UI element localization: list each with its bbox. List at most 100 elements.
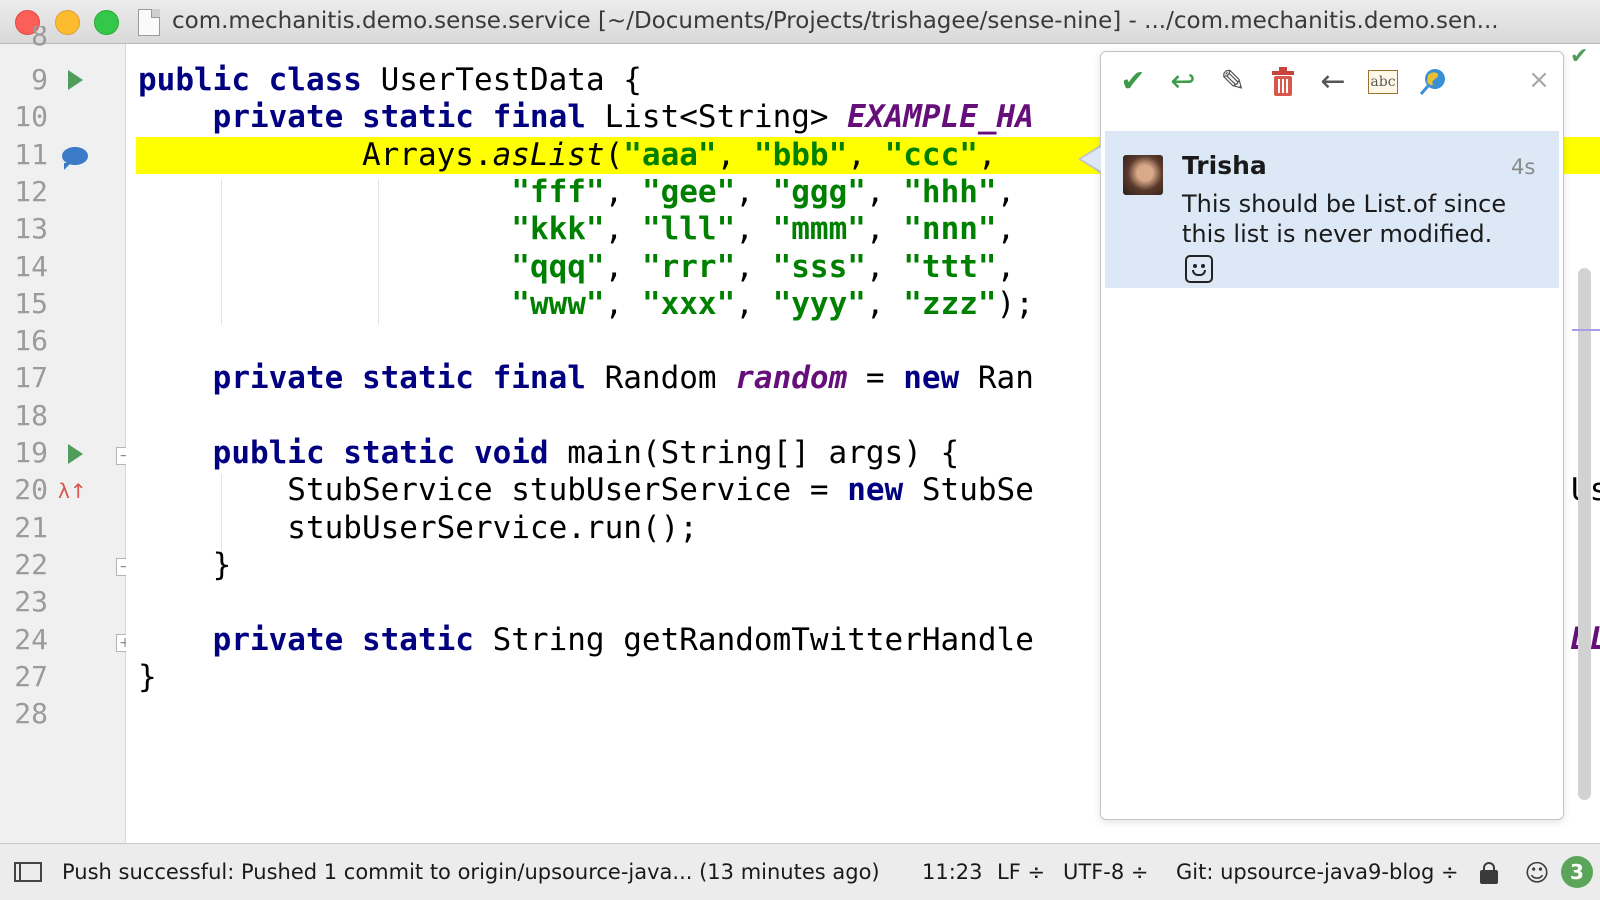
code-line[interactable]: private static final List<String> EXAMPL… (138, 99, 1034, 136)
code-token: Random (604, 360, 736, 397)
abc-icon-label: abc (1368, 70, 1398, 94)
code-line[interactable]: StubService stubUserService = new StubSe (138, 472, 1034, 509)
abc-icon[interactable]: abc (1365, 64, 1401, 100)
tool-windows-icon[interactable] (14, 862, 42, 882)
code-token: "ggg" (772, 173, 866, 210)
code-token: "hhh" (903, 173, 997, 210)
vertical-scrollbar[interactable] (1578, 268, 1591, 800)
code-token: "qqq" (511, 248, 605, 285)
line-separator-select[interactable]: LF ÷ (997, 858, 1045, 886)
code-line[interactable]: "qqq", "rrr", "sss", "ttt", (138, 249, 1015, 286)
code-token: , (604, 211, 642, 248)
scroll-marker[interactable] (1572, 329, 1600, 331)
editor-gutter[interactable]: 8 9 10 11 12 13 14 15 16 17 18 19 20 21 22 23 24 27 28 λ↑… (0, 26, 134, 843)
code-token: "bbb" (753, 136, 848, 173)
comment-author: Trisha (1182, 151, 1267, 180)
line-number: 9 (31, 63, 48, 96)
zoom-window-button[interactable] (94, 10, 119, 35)
lock-icon[interactable] (1478, 862, 1500, 884)
code-token: , (865, 211, 904, 248)
review-comment-icon[interactable] (62, 147, 88, 170)
code-token: Arrays. (138, 136, 493, 173)
code-token: , (604, 173, 642, 210)
comment-text: This should be List.of since this list i… (1182, 190, 1507, 248)
code-token: private static final (138, 360, 605, 397)
code-token: main(String[] args) { (567, 435, 960, 471)
code-line[interactable]: "www", "xxx", "yyy", "zzz"); (138, 286, 1034, 323)
run-main-icon[interactable] (68, 444, 83, 464)
check-icon[interactable]: ✔ (1115, 64, 1151, 100)
code-line[interactable]: stubUserService.run(); (138, 510, 698, 547)
inspector-icon[interactable]: ☺ (1524, 860, 1550, 886)
code-token: , (735, 248, 773, 285)
status-bar: Push successful: Pushed 1 commit to orig… (0, 843, 1600, 900)
code-token: , (996, 211, 1016, 248)
close-icon[interactable]: × (1525, 66, 1553, 94)
code-token: "ttt" (903, 248, 997, 285)
git-branch-select[interactable]: Git: upsource-java9-blog ÷ (1176, 858, 1459, 886)
code-token: stubUserService.run(); (138, 509, 698, 546)
run-class-icon[interactable] (68, 70, 83, 90)
line-number: 19 (14, 436, 48, 469)
encoding-select[interactable]: UTF-8 ÷ (1063, 858, 1149, 886)
notifications-badge[interactable]: 3 (1561, 856, 1593, 888)
add-reaction-icon[interactable] (1185, 255, 1213, 283)
code-token: new (903, 360, 978, 397)
code-token: , (865, 248, 904, 285)
code-token: StubSe (921, 472, 1034, 509)
code-token: "sss" (772, 248, 866, 285)
code-line[interactable]: private static final Random random = new… (138, 360, 1034, 397)
code-token: Ran (977, 360, 1034, 397)
code-token: "rrr" (641, 248, 736, 285)
lambda-implements-icon[interactable]: λ↑ (58, 478, 92, 504)
code-line[interactable]: Arrays.asList("aaa", "bbb", "ccc", (138, 137, 1015, 174)
code-token: , (604, 285, 642, 322)
code-token: "kkk" (511, 211, 605, 248)
review-popup: ✔ ↩ ✎ ← abc × Trisha 4s This should be L… (1100, 51, 1564, 820)
line-number: 20 (14, 473, 48, 507)
code-token: "zzz" (903, 285, 997, 322)
code-token: random (735, 360, 848, 397)
line-number: 27 (14, 659, 48, 693)
code-token: , (977, 136, 1016, 173)
code-token: , (716, 136, 754, 173)
code-token: EXAMPLE_HA (847, 99, 1034, 136)
code-token: String getRandomTwitterHandle (492, 621, 1034, 658)
code-line[interactable]: public static void main(String[] args) { (138, 435, 960, 472)
review-comment[interactable]: Trisha 4s This should be List.of since t… (1105, 131, 1559, 288)
code-line[interactable]: } (138, 547, 232, 584)
code-token: public class (138, 62, 381, 98)
document-icon (138, 9, 160, 36)
code-token: "ccc" (884, 136, 978, 173)
code-line[interactable]: "kkk", "lll", "mmm", "nnn", (138, 211, 1015, 248)
pencil-icon[interactable]: ✎ (1215, 64, 1251, 100)
inspection-ok-icon[interactable]: ✔ (1570, 44, 1588, 69)
code-token: "gee" (641, 173, 736, 210)
code-token: , (735, 211, 773, 248)
code-line[interactable]: "fff", "gee", "ggg", "hhh", (138, 174, 1015, 211)
arrow-left-icon[interactable]: ← (1315, 64, 1351, 100)
code-line[interactable]: } (138, 659, 157, 696)
code-token: asList (492, 136, 605, 173)
code-token: , (735, 173, 773, 210)
code-token: , (847, 136, 885, 173)
avatar (1123, 155, 1163, 195)
code-token: "www" (511, 285, 605, 322)
code-token: ( (604, 136, 624, 173)
trash-icon[interactable] (1265, 64, 1301, 100)
code-token: "fff" (511, 173, 605, 210)
globe-icon[interactable] (1415, 64, 1451, 100)
code-token: "aaa" (623, 136, 717, 173)
caret-position[interactable]: 11:23 (922, 858, 983, 886)
code-line[interactable]: private static String getRandomTwitterHa… (138, 622, 1034, 659)
reply-icon[interactable]: ↩ (1165, 64, 1201, 100)
code-line[interactable]: public class UserTestData { (138, 62, 642, 99)
status-message[interactable]: Push successful: Pushed 1 commit to orig… (62, 858, 880, 886)
code-token: , (604, 248, 642, 285)
line-number: 23 (14, 585, 48, 619)
code-token: ); (996, 285, 1034, 322)
minimize-window-button[interactable] (55, 10, 80, 35)
line-number: 28 (14, 697, 48, 731)
